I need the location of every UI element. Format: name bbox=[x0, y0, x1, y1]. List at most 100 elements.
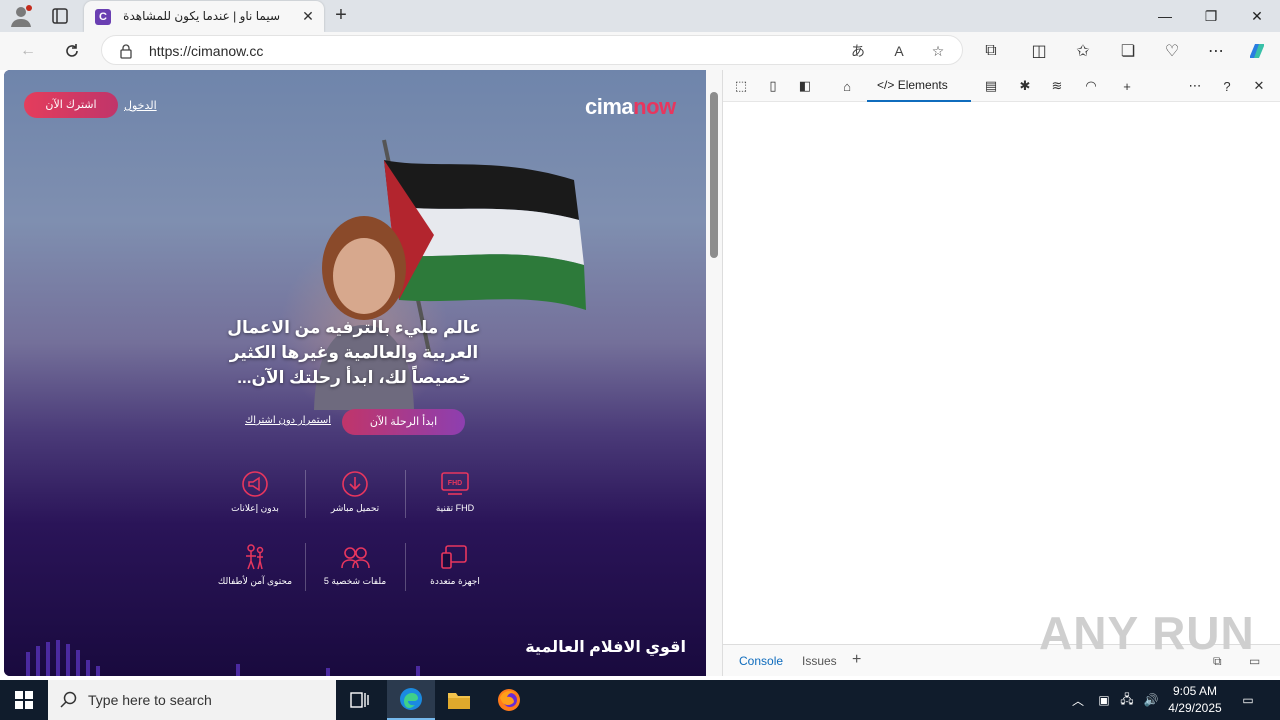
feature-download: تحميل مباشر bbox=[305, 470, 405, 514]
devtools-toolbar: ⬚ ▯ ◧ ⌂ </> Elements ▤ ✱ ≋ ◠ + ⋯ ? ✕ bbox=[723, 70, 1280, 102]
edge-taskbar-icon[interactable] bbox=[387, 680, 435, 720]
feature-divider bbox=[305, 543, 306, 591]
scrollbar-thumb[interactable] bbox=[710, 92, 718, 258]
welcome-home-icon[interactable]: ⌂ bbox=[837, 77, 857, 95]
feature-profiles: 5 ملفات شخصية bbox=[305, 543, 405, 587]
performance-icon[interactable]: ◠ bbox=[1081, 77, 1101, 95]
feature-label: 5 ملفات شخصية bbox=[323, 576, 387, 586]
task-view-icon[interactable] bbox=[336, 680, 384, 720]
hero-headline: عالم مليء بالترفيه من الاعمال العربية وا… bbox=[227, 318, 481, 387]
restore-button[interactable]: ❐ bbox=[1188, 4, 1234, 28]
no-ads-icon bbox=[240, 470, 270, 498]
collections-icon[interactable]: ❏ bbox=[1117, 40, 1139, 62]
tab-elements[interactable]: </> Elements bbox=[867, 70, 971, 102]
fhd-icon: FHD bbox=[440, 470, 470, 498]
extensions-icon[interactable]: ⧉ bbox=[980, 40, 1002, 62]
help-icon[interactable]: ? bbox=[1217, 77, 1237, 95]
feature-kids-safe: محتوى آمن لأطفالك bbox=[205, 543, 305, 587]
file-explorer-icon[interactable] bbox=[435, 680, 483, 720]
feature-label: تحميل مباشر bbox=[330, 503, 380, 513]
close-window-button[interactable]: ✕ bbox=[1234, 4, 1280, 28]
profiles-icon bbox=[340, 543, 370, 571]
web-page-viewport: cimanow اشترك الآن الدخول عالم مليء بالت… bbox=[4, 70, 706, 676]
elements-code-icon: </> bbox=[877, 78, 898, 92]
address-bar[interactable]: https://cimanow.cc あ A ☆ bbox=[101, 35, 963, 65]
console-tab-icon[interactable]: ▤ bbox=[981, 77, 1001, 95]
back-icon[interactable]: ← bbox=[17, 40, 39, 62]
download-icon bbox=[340, 470, 370, 498]
site-favicon-icon: C bbox=[95, 9, 111, 25]
anyrun-watermark: ANY RUN bbox=[1039, 607, 1255, 659]
minimize-button[interactable]: — bbox=[1142, 4, 1188, 28]
favorites-icon[interactable]: ✩ bbox=[1072, 40, 1094, 62]
more-tools-plus-icon[interactable]: + bbox=[1117, 77, 1137, 95]
lock-icon[interactable] bbox=[118, 43, 134, 59]
drawer-tab-issues[interactable]: Issues bbox=[802, 654, 837, 668]
volume-icon[interactable]: 🔊 bbox=[1141, 690, 1161, 710]
fhd-badge-text: FHD bbox=[448, 480, 462, 487]
browser-essentials-icon[interactable]: ♡ bbox=[1161, 40, 1183, 62]
devtools-more-icon[interactable]: ⋯ bbox=[1185, 77, 1205, 95]
feature-label: تقنية FHD bbox=[435, 503, 475, 513]
network-icon[interactable]: ≋ bbox=[1047, 77, 1067, 95]
split-screen-icon[interactable]: ◫ bbox=[1028, 40, 1050, 62]
tab-elements-label: Elements bbox=[897, 78, 948, 92]
page-scrollbar[interactable] bbox=[706, 70, 722, 676]
clock-time: 9:05 AM bbox=[1172, 684, 1218, 698]
taskbar-clock[interactable]: 9:05 AM 4/29/2025 bbox=[1162, 683, 1228, 717]
search-icon bbox=[60, 691, 78, 712]
feature-divider bbox=[305, 470, 306, 518]
network-tray-icon[interactable]: 🖧 bbox=[1117, 690, 1137, 710]
url-text: https://cimanow.cc bbox=[149, 43, 264, 59]
feature-label: محتوى آمن لأطفالك bbox=[217, 576, 293, 586]
firefox-icon[interactable] bbox=[485, 680, 533, 720]
favorite-star-icon[interactable]: ☆ bbox=[928, 41, 948, 61]
feature-label: بدون إعلانات bbox=[231, 503, 279, 513]
continue-without-subscription-link[interactable]: استمرار دون اشتراك bbox=[245, 415, 331, 426]
close-devtools-icon[interactable]: ✕ bbox=[1249, 77, 1269, 95]
search-placeholder: Type here to search bbox=[88, 692, 212, 708]
logo-text-now: now bbox=[633, 94, 676, 119]
new-tab-button[interactable]: + bbox=[330, 5, 352, 27]
feature-divider bbox=[405, 470, 406, 518]
devtools-panel: ⬚ ▯ ◧ ⌂ </> Elements ▤ ✱ ≋ ◠ + ⋯ ? ✕ Con… bbox=[722, 70, 1280, 676]
show-hidden-icons-icon[interactable]: ︿ bbox=[1068, 690, 1088, 710]
notifications-icon[interactable]: ▭ bbox=[1238, 690, 1258, 710]
notification-dot bbox=[26, 5, 32, 11]
device-tray-icon[interactable]: ▣ bbox=[1094, 690, 1114, 710]
close-tab-icon[interactable]: ✕ bbox=[300, 8, 316, 24]
more-options-icon[interactable]: ⋯ bbox=[1205, 40, 1227, 62]
device-emulation-icon[interactable]: ▯ bbox=[763, 77, 783, 95]
drawer-tab-console[interactable]: Console bbox=[739, 654, 783, 668]
translate-icon[interactable]: あ bbox=[848, 41, 868, 61]
tab-actions-icon[interactable] bbox=[50, 6, 70, 26]
sources-bug-icon[interactable]: ✱ bbox=[1015, 77, 1035, 95]
browser-toolbar: ← https://cimanow.cc あ A ☆ ⧉ ◫ ✩ ❏ ♡ ⋯ bbox=[0, 32, 1280, 70]
logo-text-cima: cima bbox=[585, 94, 634, 119]
site-logo[interactable]: cimanow bbox=[585, 94, 676, 120]
dock-side-icon[interactable]: ◧ bbox=[795, 77, 815, 95]
taskbar-search-box[interactable]: Type here to search bbox=[48, 680, 336, 720]
profile-icon[interactable] bbox=[8, 4, 34, 28]
windows-start-icon[interactable] bbox=[0, 680, 48, 720]
start-journey-button[interactable]: ابدأ الرحلة الآن bbox=[342, 409, 465, 435]
browser-tab-active[interactable]: C سيما ناو | عندما يكون للمشاهدة متعة ✕ bbox=[84, 1, 324, 32]
feature-no-ads: بدون إعلانات bbox=[205, 470, 305, 514]
clock-date: 4/29/2025 bbox=[1168, 701, 1222, 715]
subscribe-now-button[interactable]: اشترك الآن bbox=[24, 92, 118, 118]
kids-icon bbox=[240, 543, 270, 571]
copilot-icon[interactable] bbox=[1246, 40, 1268, 62]
feature-fhd: FHD تقنية FHD bbox=[405, 470, 505, 514]
devices-icon bbox=[440, 543, 470, 571]
section-title: اقوي الافلام العالمية bbox=[525, 639, 686, 656]
windows-taskbar: Type here to search ︿ ▣ 🖧 🔊 9:05 AM 4/29… bbox=[0, 680, 1280, 720]
feature-label: اجهزة متعددة bbox=[430, 576, 480, 586]
tab-title: سيما ناو | عندما يكون للمشاهدة متعة bbox=[120, 9, 280, 23]
feature-divider bbox=[405, 543, 406, 591]
browser-tab-bar: C سيما ناو | عندما يكون للمشاهدة متعة ✕ … bbox=[0, 0, 1280, 32]
drawer-add-tab-icon[interactable]: + bbox=[852, 651, 861, 669]
login-link[interactable]: الدخول bbox=[124, 99, 157, 112]
refresh-icon[interactable] bbox=[61, 40, 83, 62]
inspect-element-icon[interactable]: ⬚ bbox=[731, 77, 751, 95]
read-aloud-icon[interactable]: A bbox=[889, 41, 909, 61]
